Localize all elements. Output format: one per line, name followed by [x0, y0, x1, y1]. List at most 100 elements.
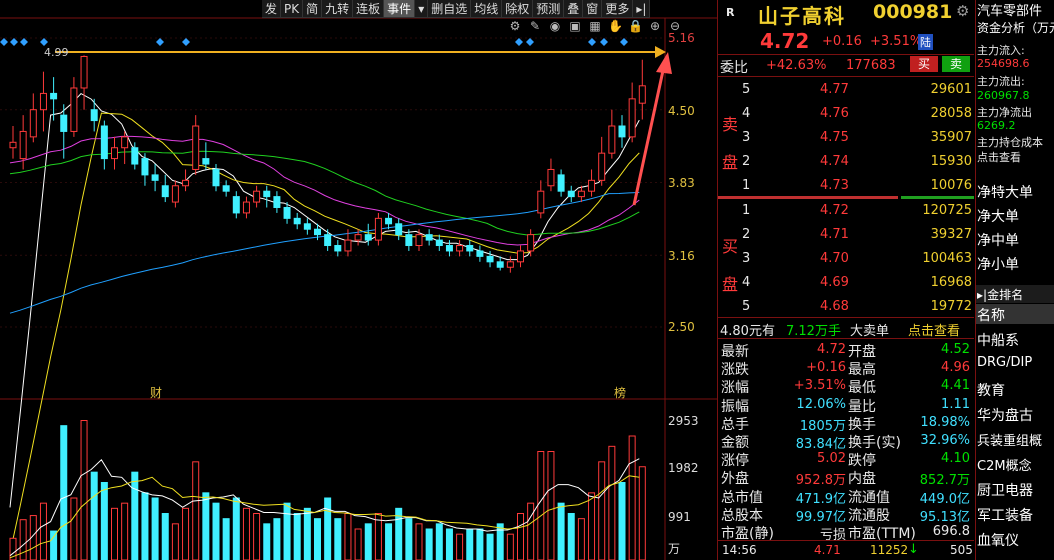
candle-body [50, 92, 58, 100]
toolbar-item[interactable]: 九转 [322, 0, 354, 17]
toolbar-item[interactable]: 事件 [384, 0, 416, 17]
toolbar-item[interactable]: PK [281, 0, 304, 17]
stock-header: R 山子高科 000981 ⚙ 4.72 +0.16 +3.51% 陆 [718, 0, 974, 56]
pen-icon[interactable]: ✎ [528, 18, 542, 34]
finance-event-marker[interactable]: 财 [150, 384, 162, 401]
net-flow-label: 主力净流出 [977, 106, 1032, 119]
volume-bar [324, 497, 332, 560]
dragon-tiger-marker[interactable]: 榜 [614, 384, 626, 401]
ask-row[interactable]: 5 4.77 29601 [718, 79, 974, 101]
bid-row[interactable]: 3 4.70 100463 [718, 248, 974, 270]
bid-row[interactable]: 1 4.72 120725 [718, 200, 974, 222]
ask-row[interactable]: 4 4.76 28058 [718, 103, 974, 125]
concept-item[interactable]: DRG/DIP [977, 355, 1032, 370]
concept-item[interactable]: 军工装备 [977, 505, 1033, 525]
grid-icon[interactable]: ▦ [588, 18, 602, 34]
volume-bar [70, 497, 78, 560]
gear-icon[interactable]: ⚙ [508, 18, 522, 34]
lock-icon[interactable]: 🔒 [628, 18, 643, 34]
toolbar-item[interactable]: ▸| [633, 0, 651, 17]
toolbar-item[interactable]: 预测 [533, 0, 565, 17]
level-price: 4.69 [820, 275, 849, 290]
image-icon[interactable]: ▣ [568, 18, 582, 34]
level: 1 [742, 178, 751, 193]
concept-item[interactable]: C2M概念 [977, 455, 1032, 474]
concept-item[interactable]: 名称 [977, 305, 1005, 325]
toolbar-item[interactable]: ▾ [415, 0, 429, 17]
price-axis-label: 3.83 [668, 176, 695, 190]
stat-label: 金额 [721, 435, 749, 451]
candle-body [395, 223, 403, 236]
sector-name[interactable]: 汽车零部件 [977, 0, 1042, 19]
volume-bar [577, 518, 585, 560]
price-change-pct: +3.51% [870, 34, 923, 49]
level-price: 4.74 [820, 154, 849, 169]
candle-body [547, 168, 555, 187]
holding-cost-link[interactable]: 点击查看 [977, 149, 1021, 165]
candle-body [628, 98, 636, 138]
level: 1 [742, 203, 751, 218]
ask-row[interactable]: 2 4.74 15930 [718, 151, 974, 173]
level-price: 4.68 [820, 299, 849, 314]
net-small[interactable]: 净小单 [977, 254, 1019, 274]
stat-label: 量比 [848, 398, 876, 415]
toolbar-item[interactable]: 删自选 [428, 0, 472, 17]
kline-svg[interactable] [0, 0, 718, 560]
level-price: 4.70 [820, 251, 849, 266]
stock-code: 000981 [873, 1, 953, 23]
stat-label: 流通股 [848, 507, 890, 524]
net-large[interactable]: 净大单 [977, 206, 1019, 226]
ask-row[interactable]: 3 4.75 35907 [718, 127, 974, 149]
toolbar-item[interactable]: 简 [303, 0, 323, 17]
bid-row[interactable]: 2 4.71 39327 [718, 224, 974, 246]
volume-bar [415, 523, 423, 560]
volume-bar [212, 502, 220, 560]
stat-label: 总股本 [721, 507, 763, 524]
rank-header[interactable]: ▸|金排名 [977, 286, 1023, 303]
volume-bar [19, 519, 27, 560]
candle-body [364, 234, 372, 241]
stat-label: 流通值 [848, 489, 890, 506]
volume-bar [456, 533, 464, 560]
candle-body [131, 147, 139, 165]
level-volume: 15930 [930, 154, 972, 169]
kline-chart-panel[interactable]: 发 PK 简九转 连板 事件 ▾ 删自选 均线 除权 预测叠窗更多 ▸| ⚙ ✎ ◉ ▣ ▦ ✋ 🔒 ⊕ ⊖ 5.1… [0, 0, 718, 560]
gear-icon[interactable]: ⚙ [956, 2, 969, 20]
net-medium[interactable]: 净中单 [977, 230, 1019, 250]
sell-button[interactable]: 卖 [942, 56, 970, 72]
event-diamond [600, 38, 608, 46]
stat-value: 4.41 [941, 378, 970, 394]
volume-bar [50, 530, 58, 560]
net-super-large[interactable]: 净特大单 [977, 182, 1033, 202]
candle-body [19, 130, 27, 160]
zoom-in-icon[interactable]: ⊕ [648, 18, 662, 34]
big-order-link[interactable]: 点击查看 [908, 320, 960, 339]
toolbar-item[interactable]: 窗 [583, 0, 603, 17]
concept-item[interactable]: 教育 [977, 380, 1005, 400]
hand-icon[interactable]: ✋ [608, 18, 623, 34]
toolbar-item[interactable]: 更多 [602, 0, 634, 17]
toolbar-item[interactable]: 发 [262, 0, 282, 17]
candle-body [242, 201, 250, 214]
bid-row[interactable]: 4 4.69 16968 [718, 272, 974, 294]
candle-body [151, 174, 159, 181]
level-volume: 28058 [930, 106, 972, 121]
concept-item[interactable]: 华为盘古 [977, 405, 1033, 425]
level: 3 [742, 251, 751, 266]
toolbar-item[interactable]: 叠 [564, 0, 584, 17]
concept-item[interactable]: 血氧仪 [977, 530, 1019, 550]
toolbar-item[interactable]: 均线 [471, 0, 503, 17]
toolbar-item[interactable]: 连板 [353, 0, 385, 17]
volume-bar [598, 461, 606, 560]
concept-item[interactable]: 兵装重组概 [977, 430, 1042, 449]
toolbar-item[interactable]: 除权 [502, 0, 534, 17]
buy-button[interactable]: 买 [910, 56, 938, 72]
eye-icon[interactable]: ◉ [548, 18, 562, 34]
ask-row[interactable]: 1 4.73 10076 [718, 175, 974, 197]
concept-item[interactable]: 厨卫电器 [977, 480, 1033, 500]
stock-name: 山子高科 [758, 4, 846, 28]
candle-body [537, 190, 545, 214]
bid-row[interactable]: 5 4.68 19772 [718, 296, 974, 318]
concept-item[interactable]: 中船系 [977, 330, 1019, 350]
tick-time: 14:56 [722, 543, 757, 557]
